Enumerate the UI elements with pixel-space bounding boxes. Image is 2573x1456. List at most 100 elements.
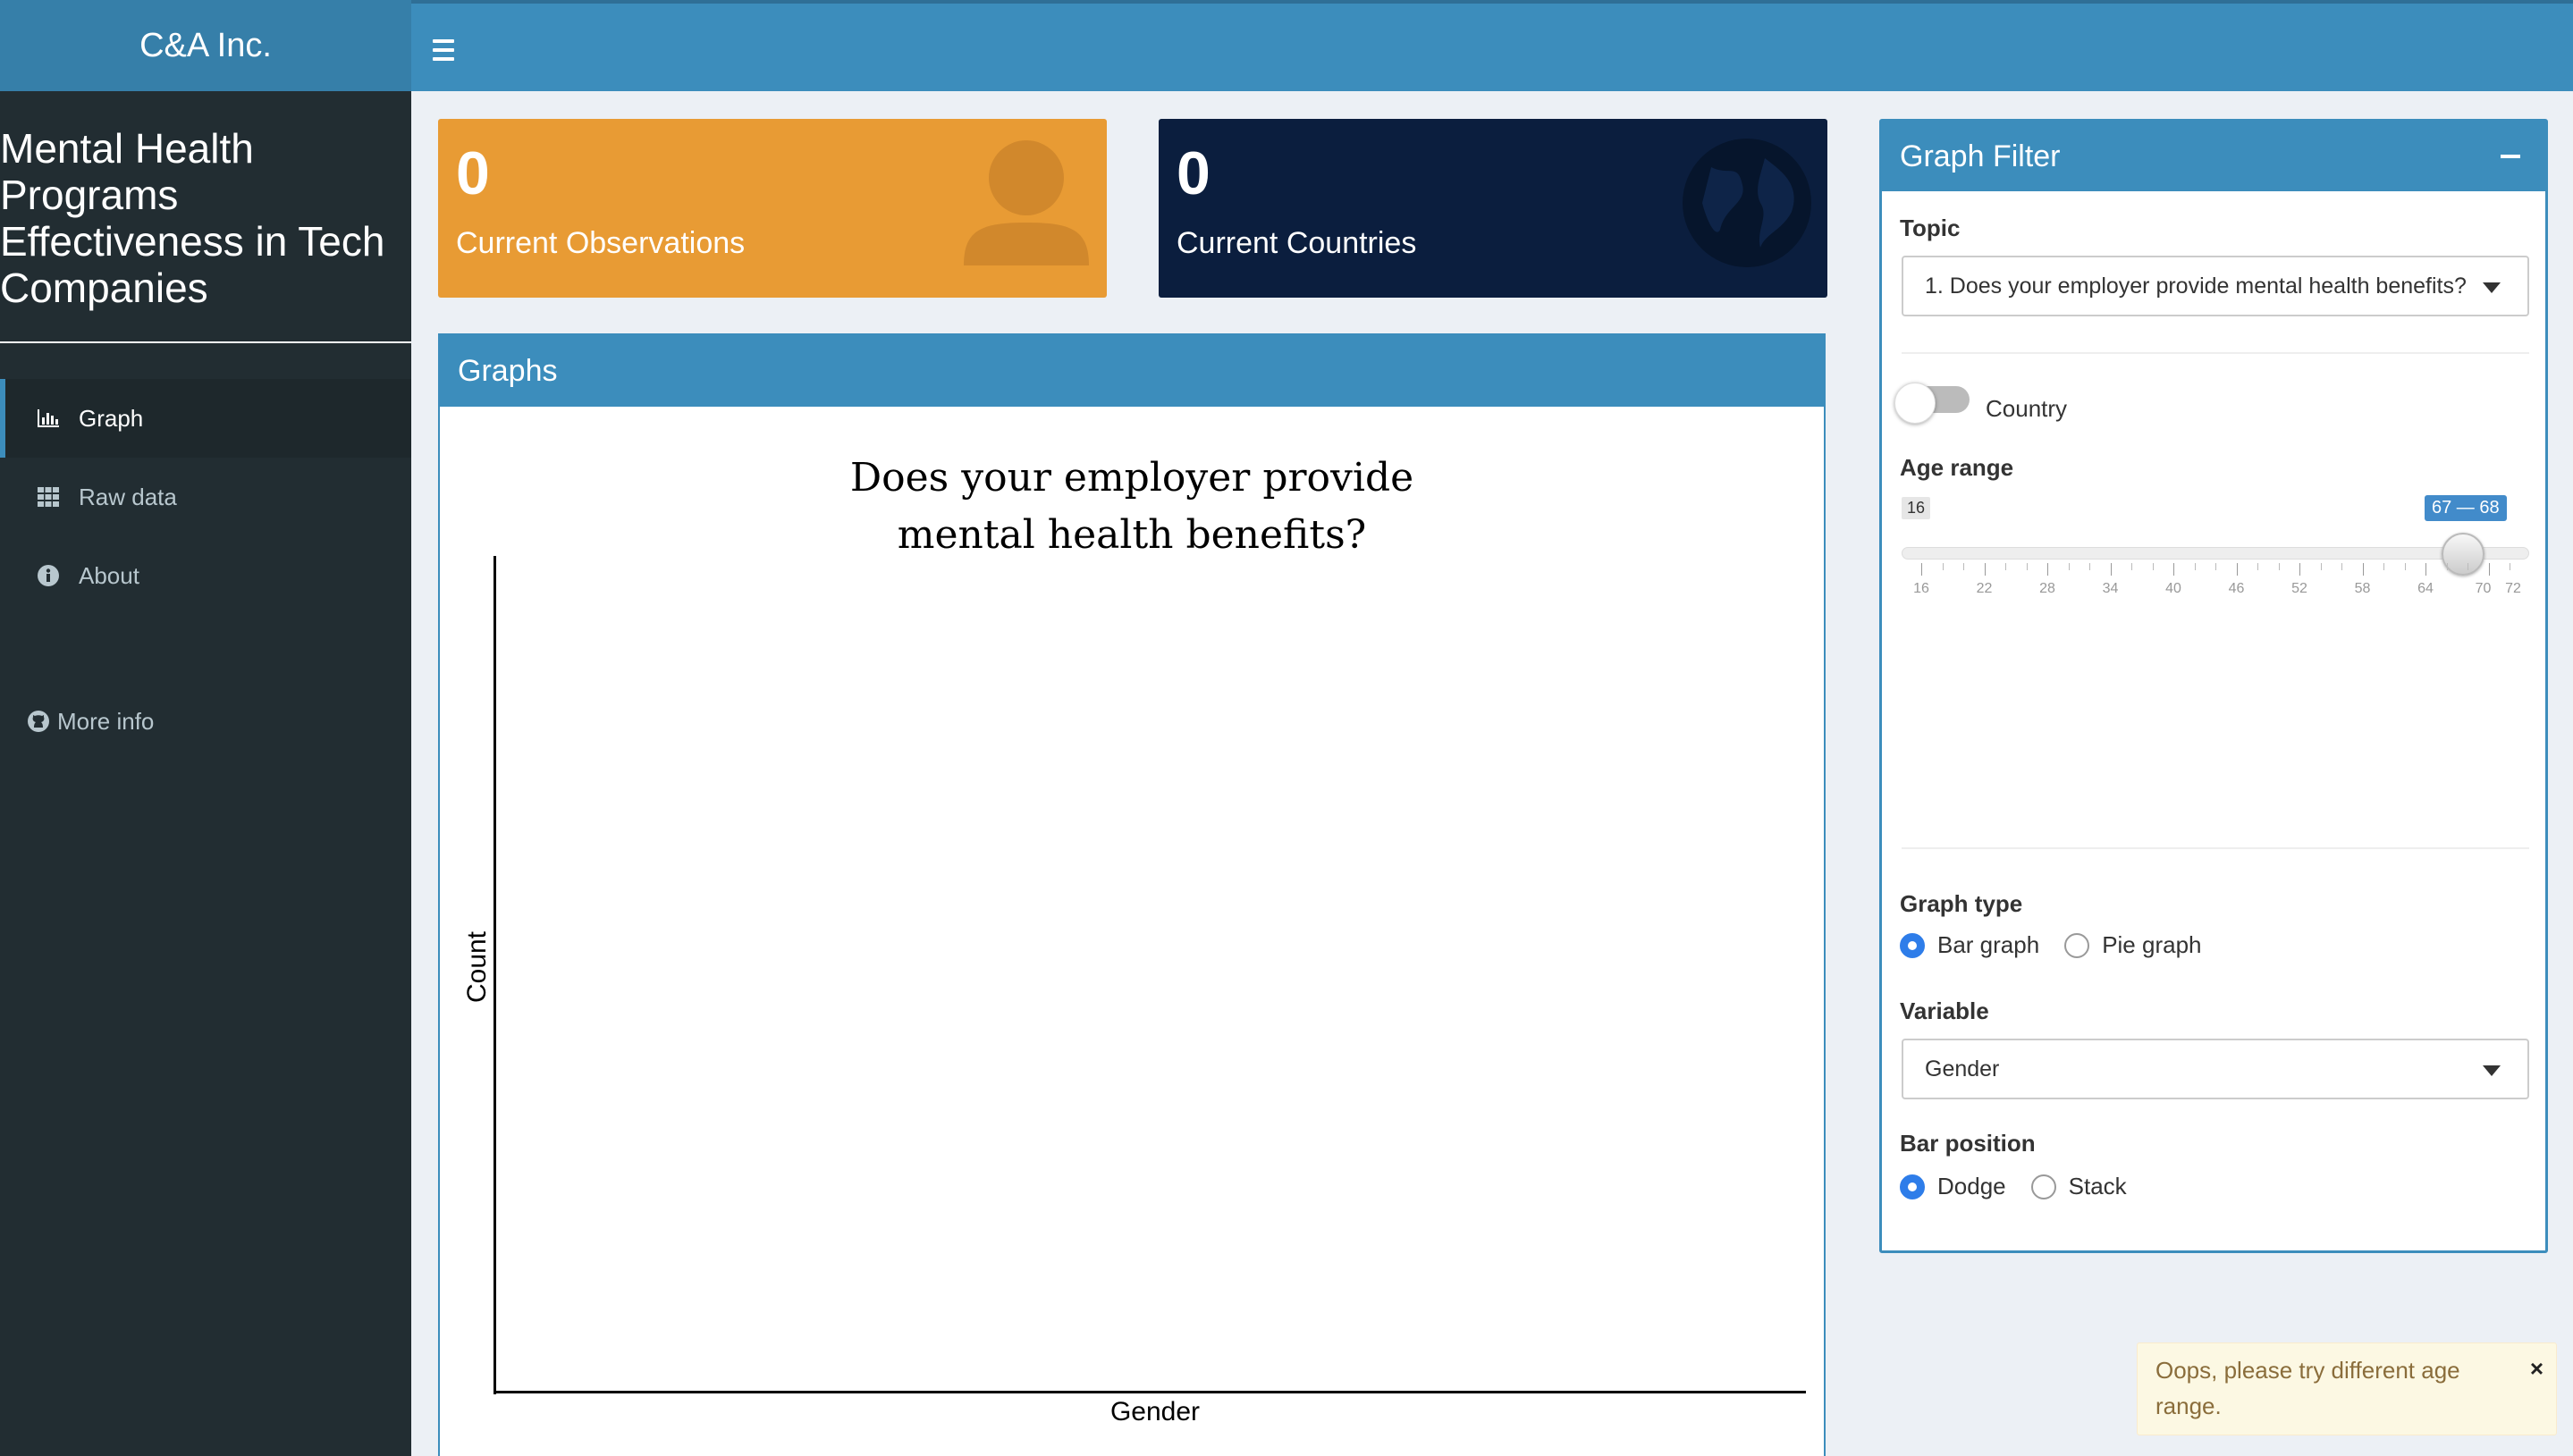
bar-position-label: Bar position <box>1900 1130 2036 1157</box>
slider-tick <box>2257 563 2258 570</box>
slider-tick <box>1963 563 1964 570</box>
sidebar-item-label: Graph <box>79 404 144 432</box>
filter-title: Graph Filter <box>1900 139 2061 173</box>
topic-select[interactable]: 1. Does your employer provide mental hea… <box>1902 256 2529 316</box>
bar-graph-option[interactable]: Bar graph <box>1900 931 2039 959</box>
slider-tick <box>1921 563 1922 576</box>
slider-tick-label: 34 <box>2102 581 2119 596</box>
observations-value-box: 0 Current Observations <box>438 119 1107 298</box>
country-toggle[interactable] <box>1894 383 1971 424</box>
pie-graph-label: Pie graph <box>2102 931 2202 958</box>
slider-tick-label: 70 <box>2475 581 2492 596</box>
slider-tick-label: 28 <box>2039 581 2055 596</box>
chevron-down-icon <box>2483 282 2501 293</box>
slider-tick-label: 46 <box>2228 581 2245 596</box>
slider-tick-label: 72 <box>2505 581 2521 596</box>
top-navbar <box>411 0 2573 91</box>
slider-tick <box>2131 563 2132 570</box>
observations-label: Current Observations <box>456 226 746 260</box>
divider <box>1902 847 2529 849</box>
dodge-option[interactable]: Dodge <box>1900 1173 2006 1200</box>
sidebar-item-graph[interactable]: Graph <box>0 379 411 458</box>
github-icon <box>27 710 52 735</box>
filter-header: Graph Filter <box>1882 122 2545 191</box>
sidebar-item-about[interactable]: About <box>0 536 411 615</box>
graph-type-label: Graph type <box>1900 890 2023 917</box>
info-icon <box>36 563 61 588</box>
sidebar: Mental Health Programs Effectiveness in … <box>0 91 411 1456</box>
slider-tick-label: 58 <box>2354 581 2371 596</box>
bar-position-radio-group: Dodge Stack <box>1900 1173 2152 1200</box>
slider-tick <box>2152 563 2154 570</box>
variable-select-value: Gender <box>1925 1056 2000 1081</box>
sidebar-menu: Graph Raw data About <box>0 379 411 615</box>
pie-graph-option[interactable]: Pie graph <box>2064 931 2202 959</box>
slider-tick <box>2278 563 2280 570</box>
dodge-radio[interactable] <box>1900 1174 1925 1199</box>
slider-tick <box>2110 563 2112 576</box>
slider-track[interactable] <box>1902 547 2529 560</box>
age-range-label: Age range <box>1900 454 2014 481</box>
slider-tick <box>2383 563 2384 570</box>
chevron-down-icon <box>2483 1065 2501 1076</box>
notification-text: Oops, please try different age range. <box>2155 1357 2460 1419</box>
slider-tick <box>2194 563 2196 570</box>
slider-tick <box>2236 563 2238 576</box>
sidebar-item-raw-data[interactable]: Raw data <box>0 458 411 536</box>
x-axis-label: Gender <box>1109 1397 1201 1427</box>
graph-type-radio-group: Bar graph Pie graph <box>1900 931 2227 959</box>
app-title: Mental Health Programs Effectiveness in … <box>0 91 411 343</box>
bar-graph-radio[interactable] <box>1900 932 1925 958</box>
close-icon[interactable]: × <box>2530 1351 2543 1386</box>
slider-tick <box>2047 563 2048 576</box>
y-axis-line <box>494 556 496 1394</box>
age-range-slider[interactable]: 16 67 — 68 16 22 28 34 40 46 52 58 64 70 72 <box>1902 495 2529 604</box>
slider-tick <box>2026 563 2028 570</box>
bar-chart-icon <box>36 406 61 431</box>
variable-select[interactable]: Gender <box>1902 1039 2529 1099</box>
slider-tick-label: 64 <box>2417 581 2434 596</box>
stack-radio[interactable] <box>2030 1174 2056 1199</box>
slider-tick-label: 40 <box>2165 581 2181 596</box>
slider-tick <box>2089 563 2090 570</box>
slider-tick <box>2425 563 2426 576</box>
slider-tick <box>1942 563 1944 570</box>
age-selected-tag: 67 — 68 <box>2425 495 2507 521</box>
dodge-label: Dodge <box>1937 1173 2006 1199</box>
topic-select-value: 1. Does your employer provide mental hea… <box>1925 273 2467 299</box>
more-info-label: More info <box>57 708 155 735</box>
slider-tick <box>2173 563 2174 576</box>
slider-tick <box>2299 563 2300 576</box>
collapse-icon[interactable] <box>2501 155 2520 158</box>
plot-title-line-2: mental health benefits? <box>897 512 1367 558</box>
warning-notification: Oops, please try different age range. × <box>2137 1342 2557 1435</box>
slider-tick <box>2362 563 2364 576</box>
brand-logo[interactable]: C&A Inc. <box>0 0 411 91</box>
slider-tick <box>2341 563 2342 570</box>
slider-tick <box>2215 563 2216 570</box>
plot-title-line-1: Does your employer provide <box>849 455 1414 501</box>
plot-title: Does your employer provide mental health… <box>440 450 1824 564</box>
countries-value-box: 0 Current Countries <box>1159 119 1827 298</box>
stack-option[interactable]: Stack <box>2030 1173 2127 1200</box>
slider-tick <box>2068 563 2070 570</box>
countries-label: Current Countries <box>1177 226 1417 260</box>
slider-tick <box>1984 563 1986 576</box>
slider-ticks: 16 22 28 34 40 46 52 58 64 70 72 <box>1902 563 2529 599</box>
slider-tick <box>2404 563 2406 570</box>
stack-label: Stack <box>2068 1173 2127 1199</box>
grid-icon <box>36 484 61 509</box>
globe-icon <box>1683 139 1811 267</box>
slider-tick <box>2005 563 2006 570</box>
bar-graph-label: Bar graph <box>1937 931 2040 958</box>
divider <box>1902 352 2529 354</box>
user-icon <box>964 140 1089 265</box>
country-toggle-label: Country <box>1986 395 2068 422</box>
more-info-link[interactable]: More info <box>27 708 154 736</box>
slider-tick <box>2488 563 2490 576</box>
countries-count: 0 <box>1177 139 1211 207</box>
slider-tick-label: 22 <box>1976 581 1993 596</box>
graphs-header: Graphs <box>440 335 1824 407</box>
sidebar-toggle-icon[interactable] <box>433 32 468 68</box>
pie-graph-radio[interactable] <box>2064 932 2090 958</box>
